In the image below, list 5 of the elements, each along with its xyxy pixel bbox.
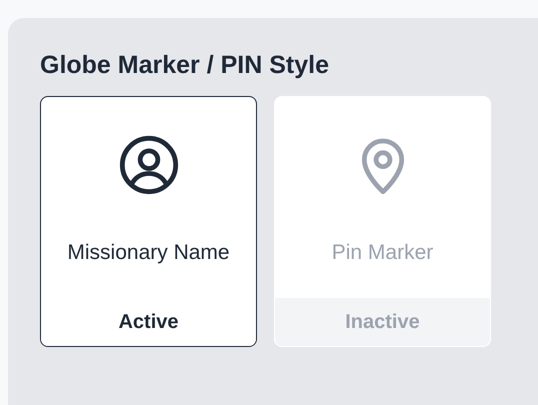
status-footer: Inactive [275,298,490,346]
section-title: Globe Marker / PIN Style [40,50,329,81]
option-label: Pin Marker [332,240,434,266]
option-label: Missionary Name [67,240,230,266]
marker-option-card[interactable]: Missionary Name Active [40,96,257,347]
